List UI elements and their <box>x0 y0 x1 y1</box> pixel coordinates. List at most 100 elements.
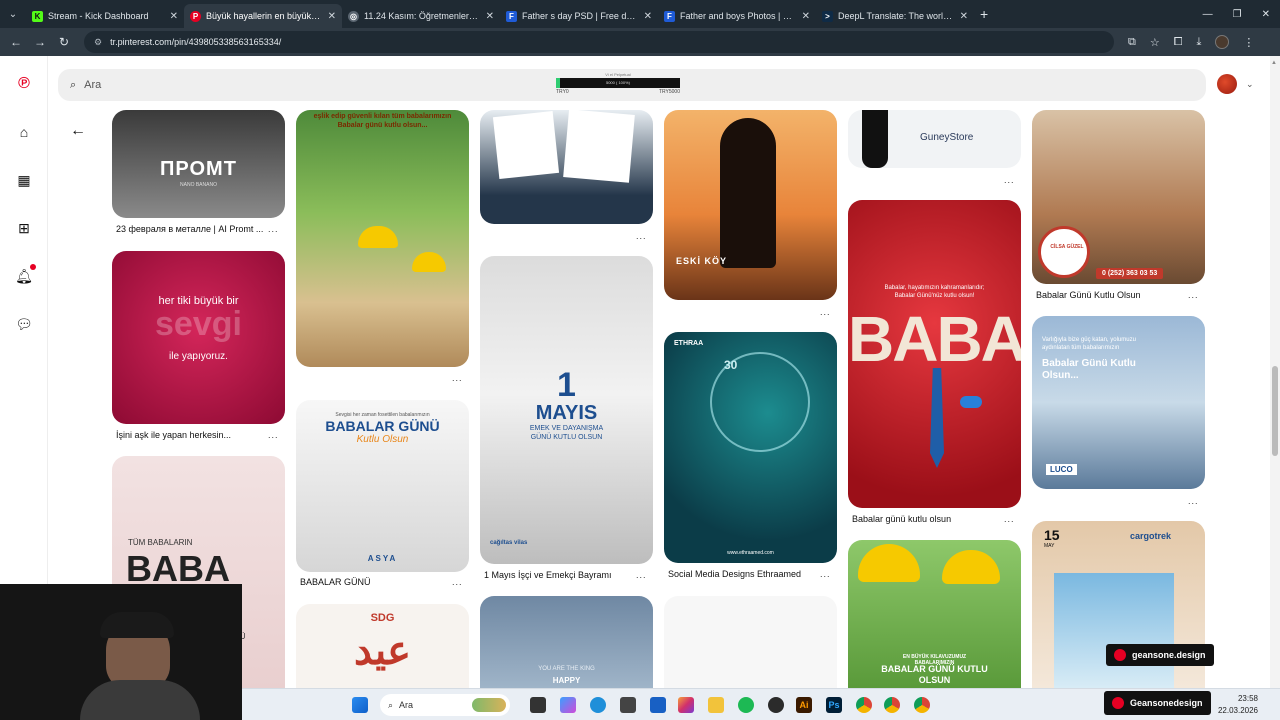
streamer-watermark: Geansonedesign <box>1104 691 1211 715</box>
pin-card[interactable]: Sevgisi her zaman fosettilen babalarımız… <box>296 400 469 572</box>
boards-icon[interactable]: ▦ <box>14 170 34 190</box>
pinterest-logo-icon[interactable]: ℗ <box>14 74 34 94</box>
pinterest-icon: P <box>190 10 201 22</box>
close-icon[interactable]: ✕ <box>960 11 968 22</box>
instagram-icon[interactable] <box>678 697 694 713</box>
close-icon[interactable]: ✕ <box>170 11 178 22</box>
reload-icon[interactable]: ↻ <box>52 35 76 49</box>
tab-pinterest[interactable]: P Büyük hayallerin en büyük destekçisi ✕ <box>184 4 342 28</box>
file-explorer-icon[interactable] <box>708 697 724 713</box>
more-options-icon[interactable]: ... <box>452 373 463 383</box>
pin-title: YOU ARE THE KING <box>538 666 595 672</box>
more-options-icon[interactable]: ... <box>268 430 279 440</box>
maximize-icon[interactable]: ❐ <box>1233 9 1242 20</box>
pin-caption[interactable]: Babalar Günü Kutlu Olsun <box>1036 290 1186 300</box>
pin-card[interactable]: 1 MAYIS EMEK VE DAYANIŞMA GÜNÜ KUTLU OLS… <box>480 256 653 564</box>
task-view-icon[interactable] <box>530 697 546 713</box>
pin-script-text: Kutlu Olsun <box>356 434 409 445</box>
create-icon[interactable]: ⊞ <box>14 218 34 238</box>
minimize-icon[interactable]: — <box>1203 9 1213 20</box>
system-clock[interactable]: 23:58 22.03.2026 <box>1218 693 1258 717</box>
pin-caption[interactable]: İşini aşk ile yapan herkesin... <box>116 430 266 440</box>
pin-caption[interactable]: 1 Mayıs İşçi ve Emekçi Bayramı <box>484 570 634 580</box>
search-input[interactable]: Ara <box>84 79 101 91</box>
close-icon[interactable]: ✕ <box>644 11 652 22</box>
cast-icon[interactable]: ⧉ <box>1128 36 1136 49</box>
pin-caption[interactable]: BABALAR GÜNÜ <box>300 577 450 587</box>
account-chevron-down-icon[interactable]: ⌄ <box>1246 79 1254 90</box>
forward-arrow-icon[interactable]: → <box>28 35 52 49</box>
pin-card[interactable] <box>480 110 653 224</box>
more-options-icon[interactable]: ... <box>1004 175 1015 185</box>
windows-start-icon[interactable] <box>352 697 368 713</box>
pin-card[interactable]: ETHRAA 30 www.ethraamed.com <box>664 332 837 563</box>
pin-card[interactable]: Babalar, hayatımızın kahramanlarıdır; Ba… <box>848 200 1021 508</box>
pin-caption[interactable]: Babalar günü kutlu olsun <box>852 514 1002 524</box>
photoshop-icon[interactable]: Ps <box>826 697 842 713</box>
tab-father-boys[interactable]: F Father and boys Photos | Free download… <box>658 4 816 28</box>
bookmark-star-icon[interactable]: ☆ <box>1150 36 1160 49</box>
back-arrow-icon[interactable]: ← <box>4 35 28 49</box>
hard-hat-shape <box>942 550 1000 584</box>
pin-card[interactable]: Varlığıyla bize güç katan, yolumuzu aydı… <box>1032 316 1205 489</box>
pin-card[interactable]: EN BÜYÜK KILAVUZUMUZ BABALARIMIZIN BABAL… <box>848 540 1021 688</box>
tab-fathers-day-psd[interactable]: F Father s day PSD | Free download ✕ <box>500 4 658 28</box>
more-options-icon[interactable]: ... <box>636 570 647 580</box>
pin-card[interactable]: eşlik edip güvenli kılan tüm babalarımız… <box>296 110 469 367</box>
edge-icon[interactable] <box>590 697 606 713</box>
tab-deepl[interactable]: > DeepL Translate: The world's most ✕ <box>816 4 974 28</box>
home-icon[interactable]: ⌂ <box>14 122 34 142</box>
tab-ogretmenler[interactable]: ◎ 11.24 Kasım: Öğretmenler Günü ✕ <box>342 4 500 28</box>
pin-card[interactable]: CİLSA GÜZEL 0 (252) 363 03 53 <box>1032 110 1205 284</box>
more-options-icon[interactable]: ... <box>820 569 831 579</box>
extensions-icon[interactable]: ⧠ <box>1174 36 1183 49</box>
chrome-icon[interactable] <box>884 697 900 713</box>
illustrator-icon[interactable]: Ai <box>796 697 812 713</box>
close-icon[interactable]: ✕ <box>486 11 494 22</box>
copilot-icon[interactable] <box>560 697 576 713</box>
site-info-icon[interactable]: ⚙ <box>94 37 102 48</box>
pin-card[interactable]: ESKİ KÖY <box>664 110 837 300</box>
outlook-icon[interactable] <box>650 697 666 713</box>
new-tab-plus-icon[interactable]: + <box>980 6 988 22</box>
more-options-icon[interactable]: ... <box>1188 496 1199 506</box>
clock-date: 22.03.2026 <box>1217 706 1258 715</box>
pin-card-loading[interactable] <box>664 596 837 688</box>
pin-caption[interactable]: Social Media Designs Ethraamed <box>668 569 818 579</box>
calculator-icon[interactable] <box>620 697 636 713</box>
pin-card[interactable]: SDG عيد <box>296 604 469 688</box>
window-controls: — ❐ ✕ <box>1203 0 1280 28</box>
browser-menu-icon[interactable]: ⋮ <box>1243 36 1254 49</box>
close-icon[interactable]: ✕ <box>328 11 336 22</box>
profile-avatar[interactable] <box>1215 35 1230 49</box>
scroll-thumb[interactable] <box>1272 366 1278 456</box>
pin-brand: ETHRAA <box>674 340 704 347</box>
more-options-icon[interactable]: ... <box>268 224 279 234</box>
tab-kick[interactable]: K Stream - Kick Dashboard ✕ <box>26 4 184 28</box>
more-options-icon[interactable]: ... <box>1004 514 1015 524</box>
back-arrow-icon[interactable]: ← <box>70 122 86 140</box>
chrome-icon[interactable] <box>914 697 930 713</box>
pin-card[interactable]: her tiki büyük bir sevgi ile yapıyoruz. <box>112 251 285 424</box>
chrome-icon[interactable] <box>856 697 872 713</box>
pin-card[interactable]: GuneyStore <box>848 110 1021 168</box>
more-options-icon[interactable]: ... <box>636 231 647 241</box>
messages-icon[interactable]: 💬︎ <box>14 314 34 334</box>
url-field[interactable]: ⚙ tr.pinterest.com/pin/43980533856316533… <box>84 31 1114 53</box>
spotify-icon[interactable] <box>738 697 754 713</box>
taskbar-search[interactable]: ⌕ Ara <box>380 694 510 716</box>
more-options-icon[interactable]: ... <box>1188 290 1199 300</box>
page-scrollbar[interactable]: ▲ ▼ <box>1270 56 1280 720</box>
window-close-icon[interactable]: ✕ <box>1262 9 1270 20</box>
pin-card[interactable]: YOU ARE THE KING HAPPY <box>480 596 653 688</box>
more-options-icon[interactable]: ... <box>820 307 831 317</box>
tab-search-chevron-icon[interactable]: ⌄ <box>0 0 26 28</box>
download-icon[interactable]: ⤓ <box>1197 36 1202 49</box>
close-icon[interactable]: ✕ <box>802 11 810 22</box>
more-options-icon[interactable]: ... <box>452 577 463 587</box>
pin-card[interactable]: ПРОМТ NANO BANANO <box>112 110 285 218</box>
pin-caption[interactable]: 23 февраля в металле | AI Promt ... <box>116 224 266 234</box>
obs-icon[interactable] <box>768 697 784 713</box>
user-avatar[interactable] <box>1217 74 1237 94</box>
scroll-up-icon[interactable]: ▲ <box>1271 60 1277 66</box>
